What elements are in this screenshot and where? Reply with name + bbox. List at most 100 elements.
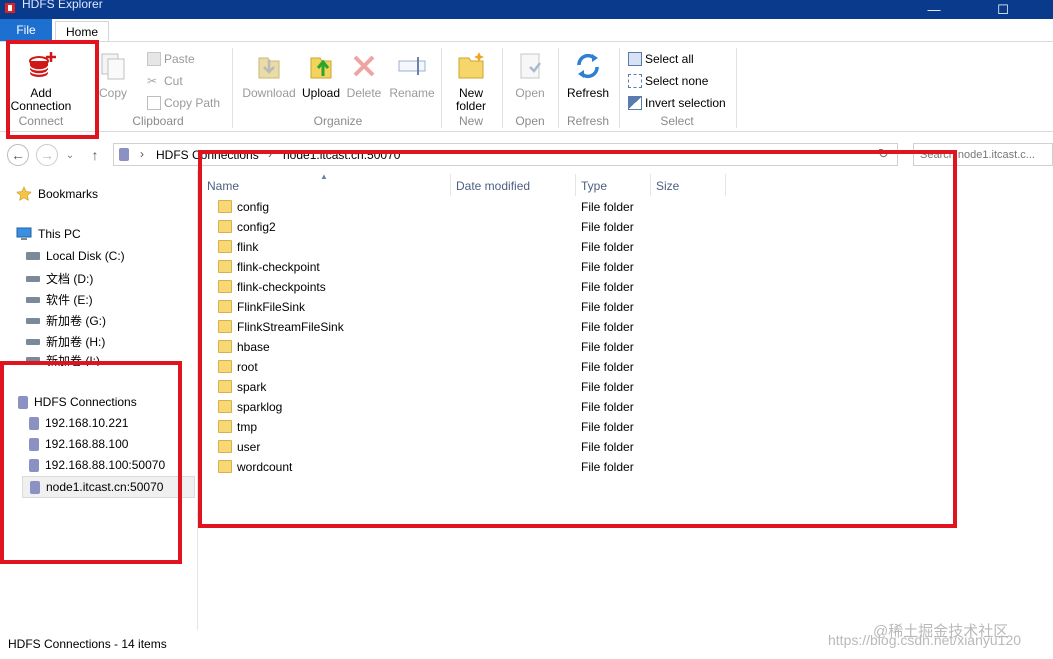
delete-button[interactable]: Delete [344, 50, 384, 100]
drive-icon [26, 275, 40, 282]
copy-path-button[interactable]: Copy Path [147, 94, 220, 112]
scissors-icon: ✂ [147, 74, 158, 88]
drive-icon [26, 338, 40, 345]
sidebar-item-label: 新加卷 (H:) [46, 335, 106, 349]
sidebar-item-bookmarks[interactable]: Bookmarks [16, 186, 98, 202]
copy-path-label: Copy Path [164, 96, 221, 110]
history-dropdown-button[interactable]: ⌄ [63, 144, 77, 166]
sidebar-item-drive-e[interactable]: 软件 (E:) [26, 291, 93, 308]
highlight-box-file-list [198, 150, 957, 528]
sidebar-item-label: 软件 (E:) [46, 293, 93, 307]
copy-label: Copy [98, 86, 127, 100]
sidebar-item-label: 文档 (D:) [46, 272, 94, 286]
sidebar-item-label: Bookmarks [38, 187, 99, 201]
cut-label: Cut [164, 74, 183, 88]
minimize-icon: — [927, 2, 941, 17]
sidebar-item-label: 新加卷 (G:) [46, 314, 106, 328]
maximize-button[interactable]: ☐ [980, 0, 1026, 19]
copy-icon [101, 53, 125, 80]
sidebar-item-drive-g[interactable]: 新加卷 (G:) [26, 312, 106, 329]
drive-icon [26, 296, 40, 303]
new-folder-button[interactable]: New folder [448, 50, 494, 113]
refresh-button[interactable]: Refresh [563, 50, 613, 100]
chevron-down-icon: ⌄ [65, 149, 75, 161]
ribbon-separator [232, 48, 233, 128]
sidebar-item-label: This PC [38, 227, 81, 241]
select-none-label: Select none [645, 74, 709, 88]
select-none-button[interactable]: Select none [628, 72, 708, 90]
drive-icon [26, 252, 40, 260]
ribbon-separator [619, 48, 620, 128]
minimize-button[interactable]: — [911, 0, 957, 19]
computer-icon [16, 227, 32, 240]
ribbon: Add Connection Connect Copy Paste ✂ Cut C… [0, 41, 1053, 132]
delete-icon [353, 55, 375, 77]
select-all-label: Select all [645, 52, 694, 66]
rename-button[interactable]: Rename [388, 50, 436, 100]
star-icon [16, 186, 32, 201]
upload-icon [310, 57, 332, 79]
open-label: Open [515, 86, 545, 100]
paste-icon [147, 52, 161, 66]
group-select-label: Select [660, 114, 694, 128]
maximize-icon: ☐ [997, 1, 1009, 17]
refresh-icon [577, 53, 599, 79]
ribbon-separator [558, 48, 559, 128]
select-all-button[interactable]: Select all [628, 50, 694, 68]
refresh-label: Refresh [566, 86, 610, 100]
group-organize-label: Organize [313, 114, 363, 128]
sidebar-item-label: Local Disk (C:) [46, 249, 125, 263]
upload-button[interactable]: Upload [300, 50, 342, 100]
up-arrow-icon: ↑ [91, 147, 99, 163]
new-folder-icon [458, 52, 484, 79]
sidebar-item-drive-d[interactable]: 文档 (D:) [26, 270, 93, 287]
back-button[interactable]: ← [7, 144, 29, 166]
open-icon [520, 53, 541, 79]
watermark-url: https://blog.csdn.net/xianyu120 [828, 632, 1022, 648]
sidebar-item-drive-h[interactable]: 新加卷 (H:) [26, 333, 105, 350]
back-arrow-icon: ← [11, 147, 25, 163]
download-button[interactable]: Download [240, 50, 298, 100]
tab-home[interactable]: Home [55, 21, 109, 41]
sidebar-item-this-pc[interactable]: This PC [16, 227, 81, 241]
cut-button[interactable]: ✂ Cut [147, 72, 183, 90]
group-new-label: New [458, 114, 483, 128]
group-refresh-label: Refresh [566, 114, 610, 128]
group-open-label: Open [515, 114, 545, 128]
select-all-icon [628, 52, 642, 66]
up-button[interactable]: ↑ [84, 144, 106, 166]
invert-selection-icon [628, 96, 642, 110]
invert-selection-label: Invert selection [645, 96, 726, 110]
drive-icon [26, 317, 40, 324]
copy-path-icon [147, 96, 161, 110]
download-label: Download [242, 86, 296, 100]
highlight-box-add-connection [6, 40, 99, 139]
status-text: HDFS Connections - 14 items [8, 637, 167, 651]
rename-label: Rename [389, 86, 435, 100]
forward-arrow-icon: → [40, 147, 54, 163]
open-button[interactable]: Open [510, 50, 550, 100]
sidebar-item-drive-c[interactable]: Local Disk (C:) [26, 249, 125, 263]
app-icon [5, 3, 15, 13]
paste-button[interactable]: Paste [147, 50, 195, 68]
delete-label: Delete [346, 86, 382, 100]
download-icon [258, 57, 280, 79]
ribbon-separator [502, 48, 503, 128]
title-bar: HDFS Explorer — ☐ [0, 0, 1053, 19]
copy-button[interactable]: Copy [98, 50, 128, 100]
paste-label: Paste [164, 52, 195, 66]
group-clipboard-label: Clipboard [132, 114, 184, 128]
ribbon-separator [736, 48, 737, 128]
new-folder-label: New folder [455, 86, 487, 113]
ribbon-separator [441, 48, 442, 128]
select-none-icon [628, 74, 642, 88]
upload-label: Upload [301, 86, 341, 100]
forward-button[interactable]: → [36, 144, 58, 166]
window-title: HDFS Explorer [22, 0, 103, 11]
invert-selection-button[interactable]: Invert selection [628, 94, 726, 112]
database-icon [119, 148, 129, 161]
breadcrumb-separator-icon: › [140, 147, 144, 161]
tab-file[interactable]: File [0, 19, 52, 41]
highlight-box-hdfs-connections [0, 361, 182, 564]
ribbon-tabs: File Home [0, 19, 1053, 41]
